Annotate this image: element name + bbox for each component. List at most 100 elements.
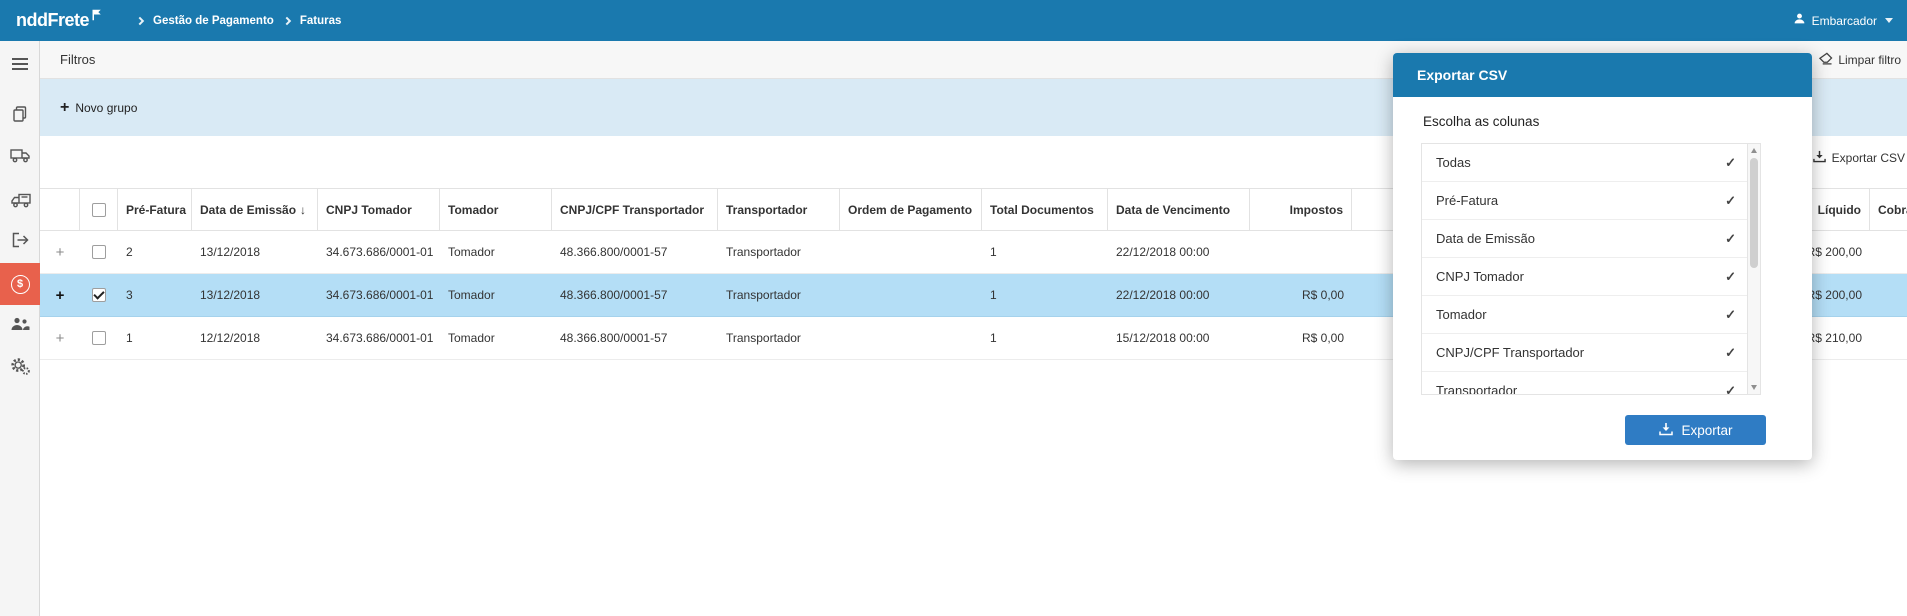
clear-filter-button[interactable]: Limpar filtro: [1818, 52, 1901, 68]
cell-cobranca: [1870, 231, 1907, 273]
header-tomador[interactable]: Tomador: [440, 189, 552, 230]
column-option-cnpj-cpf-transportador[interactable]: CNPJ/CPF Transportador ✓: [1422, 334, 1760, 372]
flag-icon: [91, 8, 103, 26]
user-icon: [1793, 12, 1806, 30]
row-checkbox[interactable]: [92, 331, 106, 345]
cell-expand: +: [40, 274, 80, 316]
header-expand: [40, 189, 80, 230]
check-icon: ✓: [1725, 306, 1736, 322]
header-ordem-pagamento[interactable]: Ordem de Pagamento: [840, 189, 982, 230]
column-option-pre-fatura[interactable]: Pré-Fatura ✓: [1422, 182, 1760, 220]
export-csv-label: Exportar CSV: [1831, 151, 1905, 165]
users-icon: [10, 317, 30, 336]
column-option-tomador[interactable]: Tomador ✓: [1422, 296, 1760, 334]
sidebar: $: [0, 41, 40, 616]
new-group-label: Novo grupo: [75, 100, 138, 115]
sidebar-item-export[interactable]: [0, 221, 40, 263]
header-total-documentos[interactable]: Total Documentos: [982, 189, 1108, 230]
cell-cnpj-cpf-transportador: 48.366.800/0001-57: [560, 331, 668, 345]
cell-ordem-pagamento: [840, 274, 982, 316]
cell-transportador: Transportador: [726, 245, 801, 259]
header-cobranca[interactable]: Cobrança: [1870, 189, 1907, 230]
export-button[interactable]: Exportar: [1625, 415, 1766, 445]
sidebar-item-payments[interactable]: $: [0, 263, 40, 305]
column-option-cnpj-tomador[interactable]: CNPJ Tomador ✓: [1422, 258, 1760, 296]
logout-arrow-icon: [11, 232, 29, 253]
row-checkbox[interactable]: [92, 288, 106, 302]
cell-data-vencimento: 22/12/2018 00:00: [1116, 288, 1210, 302]
topbar: nddFrete Gestão de Pagamento Faturas Emb…: [0, 0, 1907, 41]
cell-data-vencimento: 22/12/2018 00:00: [1116, 245, 1210, 259]
check-icon: ✓: [1725, 344, 1736, 360]
user-menu[interactable]: Embarcador: [1793, 12, 1893, 30]
breadcrumb: Gestão de Pagamento Faturas: [135, 15, 342, 27]
download-icon: [1658, 422, 1674, 439]
export-csv-button[interactable]: Exportar CSV: [1812, 150, 1905, 166]
modal-title: Exportar CSV: [1417, 67, 1508, 83]
header-cnpj-tomador[interactable]: CNPJ Tomador: [318, 189, 440, 230]
scroll-down-icon[interactable]: [1751, 385, 1757, 390]
cell-impostos: [1250, 231, 1352, 273]
sidebar-item-documents[interactable]: [0, 95, 40, 137]
sidebar-item-transport[interactable]: [0, 137, 40, 179]
cell-data-emissao: 13/12/2018: [200, 245, 261, 259]
column-option-todas[interactable]: Todas ✓: [1422, 144, 1760, 182]
chevron-down-icon: [1885, 18, 1893, 23]
sidebar-item-users[interactable]: [0, 305, 40, 347]
modal-subtitle: Escolha as colunas: [1423, 114, 1540, 129]
cell-transportador: Transportador: [726, 288, 801, 302]
column-option-data-emissao[interactable]: Data de Emissão ✓: [1422, 220, 1760, 258]
breadcrumb-faturas[interactable]: Faturas: [300, 15, 342, 27]
scroll-up-icon[interactable]: [1751, 148, 1757, 153]
cell-cobranca: [1870, 317, 1907, 359]
header-impostos[interactable]: Impostos: [1250, 189, 1352, 230]
nddfrete-logo[interactable]: nddFrete: [16, 8, 103, 31]
expand-row-button[interactable]: +: [56, 244, 65, 261]
logo-text: nddFrete: [16, 10, 90, 30]
expand-row-button[interactable]: +: [56, 287, 65, 304]
sidebar-item-delivery[interactable]: [0, 179, 40, 221]
export-button-label: Exportar: [1681, 422, 1733, 438]
gears-icon: [10, 356, 30, 381]
expand-row-button[interactable]: +: [56, 330, 65, 347]
cell-transportador: Transportador: [726, 331, 801, 345]
header-data-vencimento[interactable]: Data de Vencimento: [1108, 189, 1250, 230]
header-data-emissao[interactable]: Data de Emissão ↓: [192, 189, 318, 230]
header-transportador[interactable]: Transportador: [718, 189, 840, 230]
header-select: [80, 189, 118, 230]
row-checkbox[interactable]: [92, 245, 106, 259]
breadcrumb-gestao-pagamento[interactable]: Gestão de Pagamento: [153, 15, 274, 27]
cell-ordem-pagamento: [840, 231, 982, 273]
payments-icon: $: [10, 274, 30, 294]
eraser-icon: [1818, 52, 1833, 68]
new-group-button[interactable]: + Novo grupo: [60, 99, 138, 116]
scrollbar-thumb[interactable]: [1750, 158, 1758, 268]
cell-cnpj-tomador: 34.673.686/0001-01: [326, 288, 434, 302]
cell-cnpj-tomador: 34.673.686/0001-01: [326, 331, 434, 345]
cell-impostos: R$ 0,00: [1301, 331, 1344, 345]
menu-toggle-button[interactable]: [0, 41, 40, 87]
delivery-truck-icon: [10, 193, 31, 208]
clear-filter-label: Limpar filtro: [1838, 52, 1901, 67]
cell-cnpj-cpf-transportador: 48.366.800/0001-57: [560, 245, 668, 259]
header-pre-fatura[interactable]: Pré-Fatura: [118, 189, 192, 230]
cell-impostos: R$ 0,00: [1301, 288, 1344, 302]
cell-tomador: Tomador: [448, 288, 495, 302]
select-all-checkbox[interactable]: [91, 202, 106, 217]
cell-select: [80, 274, 118, 316]
export-csv-modal: Exportar CSV Escolha as colunas Todas ✓ …: [1393, 53, 1812, 460]
cell-select: [80, 231, 118, 273]
user-menu-label: Embarcador: [1811, 13, 1877, 28]
cell-total-documentos: 1: [990, 331, 997, 345]
modal-scrollbar[interactable]: [1747, 144, 1760, 394]
check-icon: ✓: [1725, 230, 1736, 246]
column-option-transportador[interactable]: Transportador ✓: [1422, 372, 1760, 395]
app-screen: nddFrete Gestão de Pagamento Faturas Emb…: [0, 0, 1907, 616]
sidebar-item-settings[interactable]: [0, 347, 40, 389]
sort-desc-icon: ↓: [300, 202, 307, 217]
modal-header: Exportar CSV: [1393, 53, 1812, 97]
header-cnpj-cpf-transportador[interactable]: CNPJ/CPF Transportador: [552, 189, 718, 230]
filters-title: Filtros: [60, 52, 96, 67]
check-icon: ✓: [1725, 382, 1736, 395]
cell-pre-fatura: 2: [126, 245, 133, 259]
